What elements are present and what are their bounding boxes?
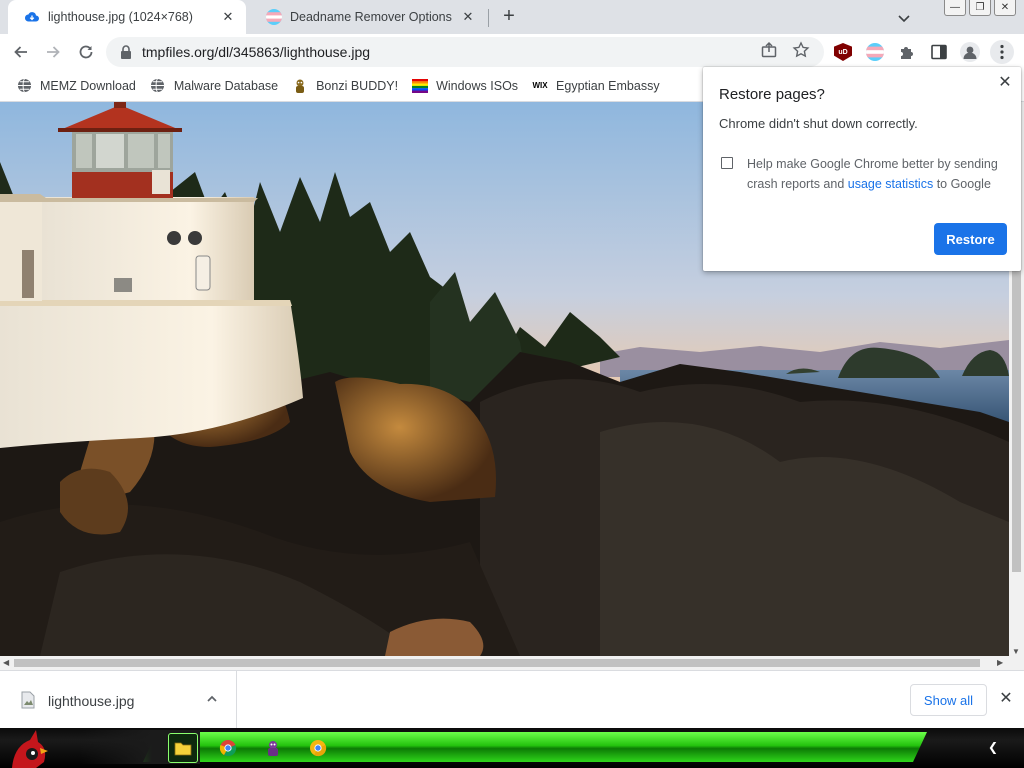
restore-window-button[interactable]: ❐ (969, 0, 991, 16)
notification-chevron-icon[interactable]: ❮ (985, 740, 1001, 756)
url-text[interactable]: tmpfiles.org/dl/345863/lighthouse.jpg (132, 44, 370, 60)
cloud-icon (24, 9, 40, 25)
horizontal-scroll-thumb[interactable] (14, 659, 980, 667)
tab-title: Deadname Remover Options (290, 10, 452, 24)
tab-close-icon[interactable]: ✕ (220, 9, 236, 25)
image-file-icon (20, 691, 36, 709)
bookmark-bonzi-buddy[interactable]: Bonzi BUDDY! (286, 73, 406, 99)
rainbow-flag-icon (412, 78, 429, 94)
forward-arrow-icon[interactable] (40, 39, 66, 65)
new-tab-button[interactable]: + (498, 6, 520, 28)
close-icon[interactable]: ✕ (996, 689, 1016, 709)
bookmark-egyptian-embassy[interactable]: WIX Egyptian Embassy (526, 73, 668, 99)
file-explorer-taskbar-icon[interactable] (168, 733, 198, 763)
scroll-corner (1009, 656, 1024, 670)
scroll-left-arrow-icon[interactable]: ◀ (3, 658, 9, 667)
bookmark-label: Egyptian Embassy (556, 78, 660, 93)
tab-lighthouse[interactable]: lighthouse.jpg (1024×768) ✕ (8, 0, 246, 34)
bookmark-malware-database[interactable]: Malware Database (144, 73, 286, 99)
globe-icon (150, 78, 166, 94)
tab-strip: lighthouse.jpg (1024×768) ✕ Deadname Rem… (0, 0, 1024, 34)
tab-search-chevron-icon[interactable] (894, 8, 914, 28)
crash-reports-label: Help make Google Chrome better by sendin… (747, 154, 1009, 194)
help-text-suffix: to Google (933, 177, 991, 191)
bookmark-star-icon[interactable] (792, 41, 810, 59)
share-icon[interactable] (760, 41, 778, 59)
profile-avatar-icon[interactable] (960, 42, 980, 62)
extensions-puzzle-icon[interactable] (898, 43, 916, 61)
globe-icon (16, 78, 32, 94)
trans-flag-icon (266, 9, 282, 25)
chevron-up-icon[interactable] (204, 691, 220, 707)
start-button-cardinal-icon[interactable] (6, 728, 50, 768)
side-panel-icon[interactable] (930, 43, 948, 61)
bookmark-label: Windows ISOs (436, 78, 519, 93)
chrome-canary-taskbar-icon[interactable] (303, 733, 333, 763)
minimize-button[interactable]: — (944, 0, 966, 16)
close-icon[interactable]: ✕ (995, 73, 1015, 93)
tab-title: lighthouse.jpg (1024×768) (48, 10, 193, 24)
bookmark-windows-isos[interactable]: Windows ISOs (406, 73, 526, 99)
window-controls: — ❐ ✕ (944, 0, 1016, 16)
tab-close-icon[interactable]: ✕ (460, 9, 476, 25)
dialog-message: Chrome didn't shut down correctly. (719, 116, 918, 131)
bookmark-memz-download[interactable]: MEMZ Download (10, 73, 144, 99)
back-arrow-icon[interactable] (8, 39, 34, 65)
lock-icon[interactable] (120, 45, 132, 59)
bonzi-icon (292, 78, 308, 94)
ublock-label: uD (838, 48, 848, 56)
deadname-remover-extension-icon[interactable] (866, 43, 884, 61)
tab-deadname-remover[interactable]: Deadname Remover Options ✕ (250, 0, 486, 34)
restore-button[interactable]: Restore (934, 223, 1007, 255)
bookmark-label: Bonzi BUDDY! (316, 78, 399, 93)
restore-pages-dialog: Restore pages? ✕ Chrome didn't shut down… (703, 67, 1021, 271)
wix-icon: WIX (532, 81, 548, 90)
close-window-button[interactable]: ✕ (994, 0, 1016, 16)
scroll-down-arrow-icon[interactable]: ▼ (1012, 647, 1020, 656)
taskbar: ❮ (0, 728, 1024, 768)
bonzi-taskbar-icon[interactable] (258, 733, 288, 763)
crash-reports-checkbox[interactable] (721, 157, 733, 169)
reload-icon[interactable] (73, 39, 99, 65)
scroll-right-arrow-icon[interactable]: ▶ (997, 658, 1003, 667)
dialog-title: Restore pages? (719, 86, 825, 103)
chrome-menu-icon[interactable] (990, 40, 1014, 64)
bookmark-label: Malware Database (173, 78, 279, 93)
horizontal-scrollbar[interactable]: ◀ ▶ (0, 656, 1009, 670)
chrome-taskbar-icon[interactable] (213, 733, 243, 763)
ublock-origin-icon[interactable]: uD (834, 43, 852, 61)
bookmark-label: MEMZ Download (40, 78, 136, 93)
tab-separator (488, 9, 489, 27)
address-bar[interactable]: tmpfiles.org/dl/345863/lighthouse.jpg (106, 37, 824, 67)
download-file-name[interactable]: lighthouse.jpg (48, 693, 134, 709)
browser-toolbar: tmpfiles.org/dl/345863/lighthouse.jpg uD (0, 34, 1024, 70)
usage-statistics-link[interactable]: usage statistics (848, 177, 933, 191)
show-all-button[interactable]: Show all (910, 684, 987, 716)
download-item[interactable]: lighthouse.jpg (0, 671, 237, 729)
download-shelf: lighthouse.jpg Show all ✕ (0, 670, 1024, 729)
